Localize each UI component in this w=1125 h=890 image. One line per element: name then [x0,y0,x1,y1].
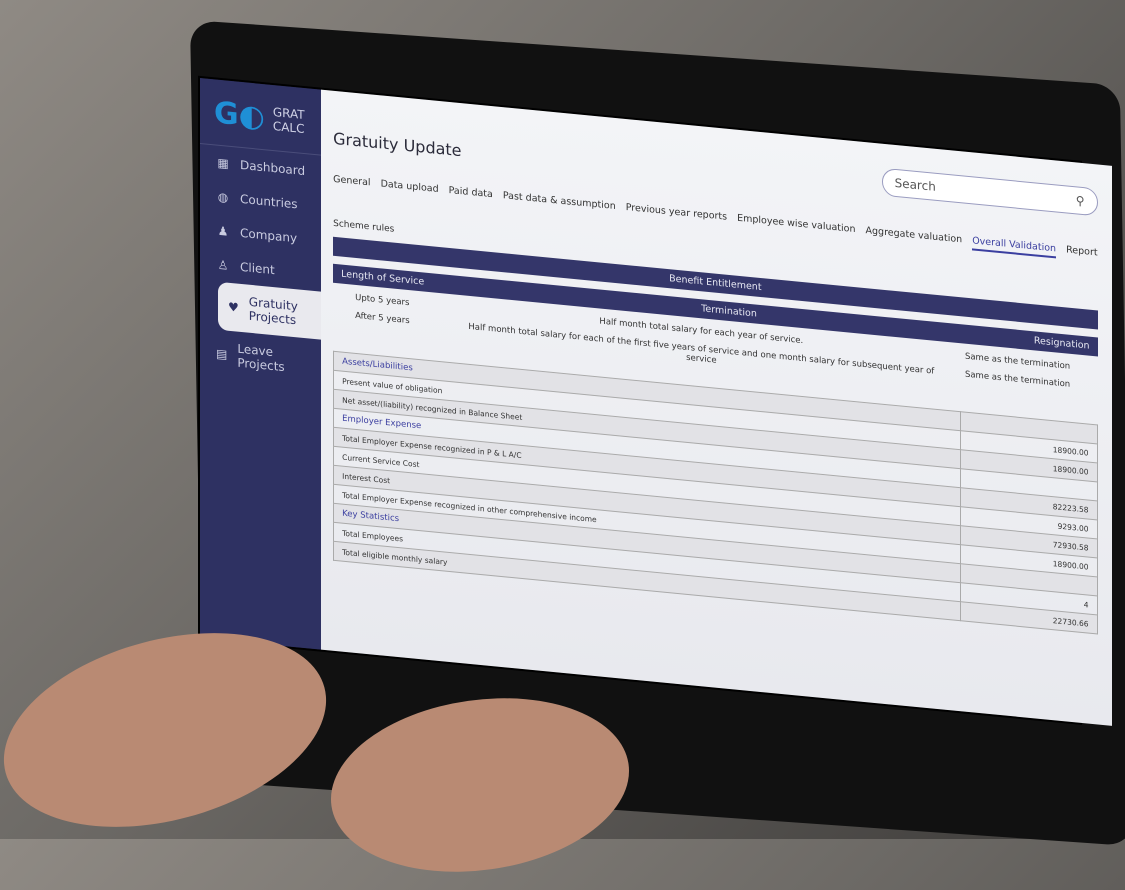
sidebar-item-label: Countries [240,191,298,212]
logo-text: GRAT CALC [272,104,305,136]
sidebar-item-leave-projects[interactable]: ▤ Leave Projects [200,328,321,388]
client-icon: ♙ [217,257,229,273]
heart-icon: ♥ [228,299,239,315]
tab-previous-year-reports[interactable]: Previous year reports [626,202,727,227]
col-termination: Termination [701,303,757,320]
tab-past-data-assumption[interactable]: Past data & assumption [503,190,616,216]
col-resignation: Resignation [1033,335,1090,352]
person-icon: ♟ [217,223,229,239]
col-service: Length of Service [341,268,425,288]
sidebar-item-label: Company [240,225,298,246]
search-placeholder: Search [894,175,936,194]
search-input[interactable]: Search ⚲ [881,167,1098,216]
calendar-icon: ▤ [216,346,228,362]
tab-overall-validation[interactable]: Overall Validation [972,235,1057,259]
main-content: Gratuity Update Search ⚲ General Data upl… [321,89,1112,726]
sidebar-item-label: Gratuity Projects [248,294,298,328]
logo-mark: G◐ [214,95,265,136]
page-title: Gratuity Update [333,128,462,161]
grid-icon: ▦ [217,155,229,171]
tab-employee-wise-valuation[interactable]: Employee wise valuation [737,213,855,239]
summary-table: Assets/Liabilities Present value of oblig… [333,351,1098,635]
rule-service: After 5 years [355,310,410,327]
tab-report[interactable]: Report [1066,244,1098,262]
sidebar-item-label: Client [240,259,275,278]
tab-data-upload[interactable]: Data upload [381,178,439,199]
globe-icon: ◍ [217,189,229,205]
rule-resignation: Same as the termination [964,369,1071,390]
sidebar-item-label: Dashboard [240,157,306,179]
logo-letter: G [214,95,239,133]
app-screen: G◐ GRAT CALC ▦ Dashboard ◍ Countries ♟ Compan… [200,78,1112,726]
sidebar: G◐ GRAT CALC ▦ Dashboard ◍ Countries ♟ Compan… [200,78,322,650]
search-icon[interactable]: ⚲ [1076,193,1085,208]
tab-general[interactable]: General [333,174,370,193]
tab-paid-data[interactable]: Paid data [449,185,493,204]
tab-aggregate-valuation[interactable]: Aggregate valuation [866,225,963,249]
sidebar-item-label: Leave Projects [237,341,285,375]
